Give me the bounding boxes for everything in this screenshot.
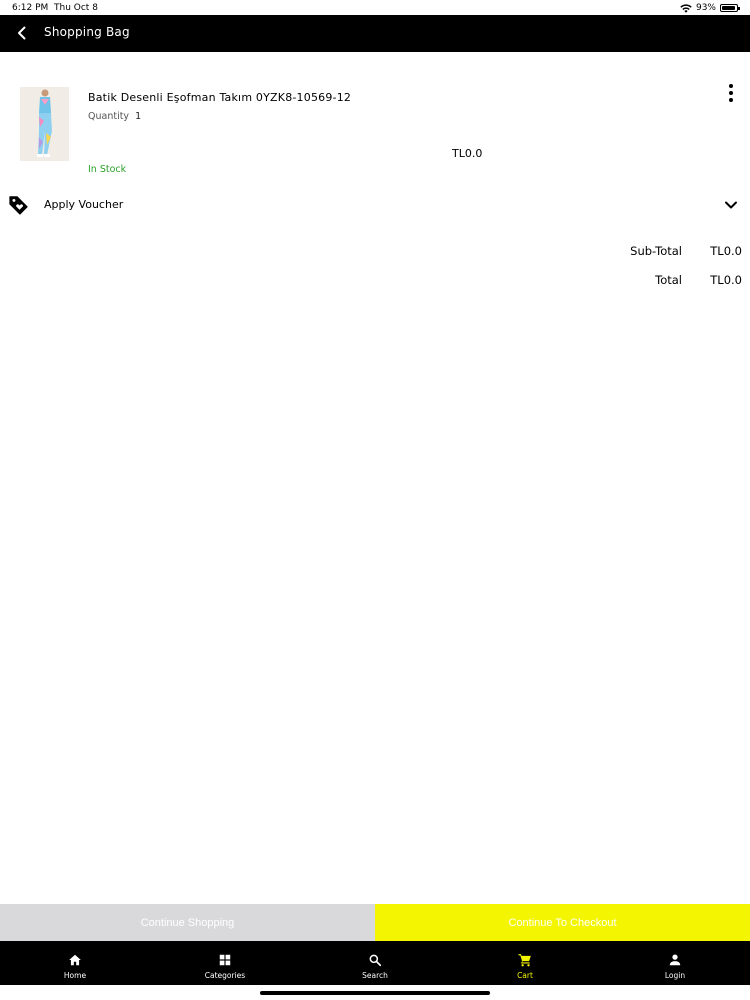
subtotal-label: Sub-Total bbox=[630, 244, 682, 258]
quantity-row: Quantity 1 bbox=[88, 111, 141, 122]
wifi-icon bbox=[680, 3, 692, 13]
home-indicator-area bbox=[0, 985, 750, 1000]
status-bar: 6:12 PM Thu Oct 8 93% bbox=[0, 0, 750, 16]
tab-categories[interactable]: Categories bbox=[150, 941, 300, 985]
order-summary: Sub-Total TL0.0 Total TL0.0 bbox=[482, 244, 742, 302]
item-options-button[interactable] bbox=[722, 84, 740, 102]
subtotal-value: TL0.0 bbox=[710, 244, 742, 258]
total-value: TL0.0 bbox=[710, 273, 742, 287]
tab-label: Cart bbox=[517, 971, 533, 980]
tab-label: Home bbox=[63, 971, 87, 980]
bottom-actions: Continue Shopping Continue To Checkout bbox=[0, 904, 750, 941]
cart-icon bbox=[518, 954, 531, 967]
page-title: Shopping Bag bbox=[44, 25, 130, 39]
total-label: Total bbox=[655, 273, 682, 287]
more-vertical-icon bbox=[729, 84, 733, 88]
home-icon bbox=[69, 954, 81, 966]
tab-home[interactable]: Home bbox=[0, 941, 150, 985]
battery-percent: 93% bbox=[695, 3, 716, 13]
status-indicators: 93% bbox=[680, 3, 740, 13]
back-button[interactable] bbox=[12, 23, 32, 43]
battery-icon bbox=[720, 4, 740, 12]
status-date: Thu Oct 8 bbox=[54, 3, 98, 13]
tab-cart[interactable]: Cart bbox=[450, 941, 600, 985]
quantity-label: Quantity bbox=[88, 111, 130, 122]
item-price: TL0.0 bbox=[452, 147, 483, 160]
tag-icon bbox=[9, 196, 28, 215]
tab-label: Categories bbox=[204, 971, 246, 980]
tab-label: Search bbox=[362, 971, 388, 980]
continue-shopping-button[interactable]: Continue Shopping bbox=[0, 904, 375, 941]
search-icon bbox=[369, 954, 382, 967]
battery-level bbox=[722, 6, 735, 10]
chevron-left-icon bbox=[18, 26, 26, 40]
user-icon bbox=[669, 954, 681, 966]
chevron-down-icon[interactable] bbox=[722, 196, 740, 214]
stock-status: In Stock bbox=[88, 164, 127, 175]
tab-search[interactable]: Search bbox=[300, 941, 450, 985]
product-image[interactable] bbox=[20, 87, 69, 161]
total-row: Total TL0.0 bbox=[482, 273, 742, 302]
home-indicator[interactable] bbox=[260, 991, 490, 995]
apply-voucher-label: Apply Voucher bbox=[44, 198, 124, 211]
top-nav-bar: Shopping Bag bbox=[0, 15, 750, 52]
product-name[interactable]: Batik Desenli Eşofman Takım 0YZK8-10569-… bbox=[88, 91, 351, 104]
apply-voucher-row[interactable]: Apply Voucher bbox=[0, 190, 750, 220]
status-time: 6:12 PM bbox=[12, 3, 49, 13]
bottom-tab-bar: Home Categories Search Cart Login bbox=[0, 941, 750, 985]
cart-item: Batik Desenli Eşofman Takım 0YZK8-10569-… bbox=[0, 80, 750, 180]
checkout-button[interactable]: Continue To Checkout bbox=[375, 904, 750, 941]
quantity-value: 1 bbox=[135, 111, 142, 122]
tab-label: Login bbox=[664, 971, 686, 980]
product-photo bbox=[20, 87, 69, 161]
grid-icon bbox=[219, 954, 231, 966]
subtotal-row: Sub-Total TL0.0 bbox=[482, 244, 742, 273]
tab-login[interactable]: Login bbox=[600, 941, 750, 985]
